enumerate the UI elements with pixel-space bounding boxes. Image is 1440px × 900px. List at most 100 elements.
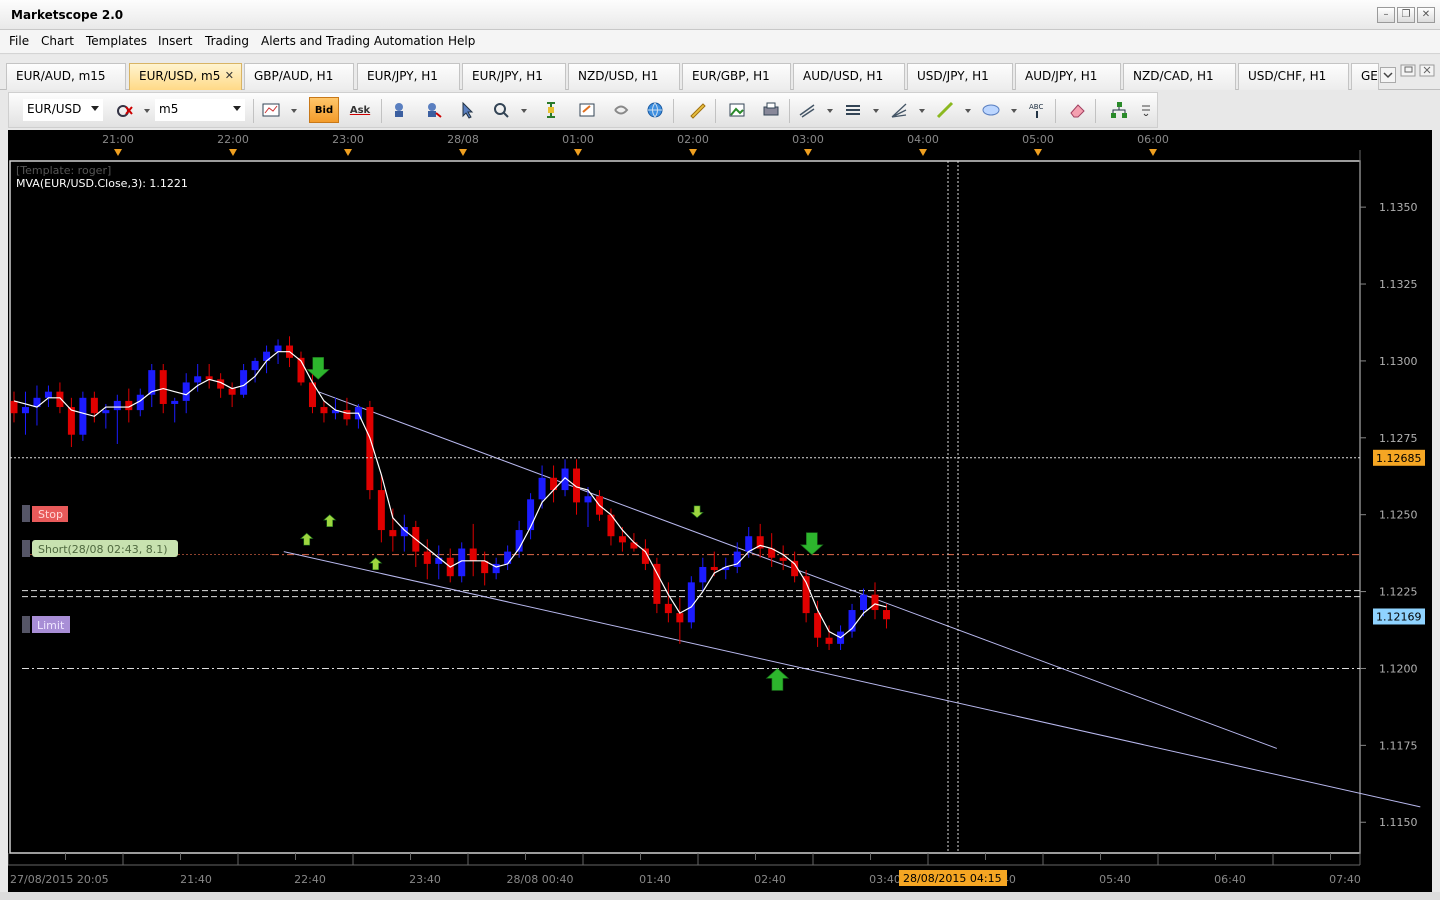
fibonacci-button[interactable] bbox=[887, 97, 911, 123]
candle-up bbox=[251, 360, 259, 371]
price-chart[interactable]: 21:00 22:00 23:00 28/08 01:00 02:00 03:00 04:00… bbox=[8, 130, 1432, 892]
chart-type-button[interactable] bbox=[259, 97, 283, 123]
candle-down bbox=[56, 391, 64, 408]
tab-aud-usd-h1[interactable]: AUD/USD, H1 bbox=[793, 63, 905, 90]
timeframe-select[interactable]: m5 bbox=[155, 99, 245, 121]
stop-label: Stop bbox=[38, 508, 63, 521]
bid-label: Bid bbox=[314, 104, 334, 116]
tab-label: AUD/USD, H1 bbox=[803, 69, 884, 83]
candle-down bbox=[10, 400, 18, 414]
candle-down bbox=[882, 610, 890, 620]
menu-file[interactable]: File bbox=[9, 34, 29, 48]
candle-down bbox=[320, 407, 328, 414]
candle-up bbox=[435, 557, 443, 564]
candle-down bbox=[814, 613, 822, 638]
candle-up bbox=[171, 400, 179, 404]
position-label: Short(28/08 02:43, 8.1) bbox=[38, 543, 168, 556]
tab-window-controls-icon[interactable] bbox=[1400, 64, 1436, 78]
indicator-icon bbox=[395, 103, 403, 117]
dropdown-icon[interactable] bbox=[873, 109, 879, 113]
title-bar: Marketscope 2.0 – ❐ ✕ bbox=[0, 0, 1440, 30]
signal-button[interactable] bbox=[539, 97, 563, 123]
candle-down bbox=[469, 548, 477, 561]
menu-trading[interactable]: Trading bbox=[205, 34, 249, 48]
indicator-remove-icon[interactable] bbox=[116, 103, 134, 119]
eraser-button[interactable] bbox=[1065, 97, 1089, 123]
tab-usd-jpy-h1[interactable]: USD/JPY, H1 bbox=[907, 63, 1013, 90]
tab-usd-chf-h1[interactable]: USD/CHF, H1 bbox=[1238, 63, 1349, 90]
dropdown-icon[interactable] bbox=[521, 109, 527, 113]
bid-button[interactable]: Bid bbox=[309, 97, 339, 123]
more-tools-button[interactable] bbox=[1139, 97, 1153, 123]
menu-help[interactable]: Help bbox=[448, 34, 475, 48]
trendline-button[interactable] bbox=[933, 97, 957, 123]
ellipse-button[interactable] bbox=[979, 97, 1003, 123]
dropdown-icon[interactable] bbox=[827, 109, 833, 113]
candle-up bbox=[860, 594, 868, 611]
template-label: [Template: roger] bbox=[16, 164, 111, 177]
tab-nzd-cad-h1[interactable]: NZD/CAD, H1 bbox=[1123, 63, 1236, 90]
candle-up bbox=[504, 551, 512, 564]
line-tools-icon bbox=[799, 104, 815, 118]
tab-eur-usd-m5[interactable]: EUR/USD, m5 ✕ bbox=[129, 63, 242, 90]
zoom-button[interactable] bbox=[489, 97, 513, 123]
restore-button[interactable]: ❐ bbox=[1397, 7, 1415, 23]
tab-label: NZD/USD, H1 bbox=[578, 69, 659, 83]
tab-close-icon[interactable]: ✕ bbox=[225, 69, 234, 82]
cursor-time-badge: 28/08/2015 04:15 bbox=[899, 870, 1007, 886]
top-time-label: 23:00 bbox=[332, 133, 364, 146]
menu-insert[interactable]: Insert bbox=[158, 34, 192, 48]
bottom-time-label: 21:40 bbox=[180, 873, 212, 886]
instrument-select[interactable]: EUR/USD bbox=[23, 99, 103, 121]
price-tick-label: 1.1350 bbox=[1379, 201, 1418, 214]
level-button[interactable] bbox=[841, 97, 865, 123]
tab-gbp-aud-h1[interactable]: GBP/AUD, H1 bbox=[244, 63, 354, 90]
order-button[interactable] bbox=[575, 97, 599, 123]
tab-scroll-icon[interactable] bbox=[1380, 67, 1396, 83]
cursor-button[interactable] bbox=[455, 97, 479, 123]
minimize-button[interactable]: – bbox=[1377, 7, 1395, 23]
tab-ge[interactable]: GE bbox=[1351, 63, 1379, 90]
print-button[interactable] bbox=[759, 97, 783, 123]
bottom-time-label: 23:40 bbox=[409, 873, 441, 886]
price-tick-label: 1.1275 bbox=[1379, 432, 1418, 445]
position-tag[interactable]: Short(28/08 02:43, 8.1) bbox=[22, 540, 178, 557]
candle-up bbox=[584, 496, 592, 503]
line-tools-button[interactable] bbox=[795, 97, 819, 123]
tab-eur-jpy-h1-2[interactable]: EUR/JPY, H1 bbox=[462, 63, 566, 90]
dropdown-icon[interactable] bbox=[291, 109, 297, 113]
menu-chart[interactable]: Chart bbox=[41, 34, 74, 48]
stream-button[interactable] bbox=[609, 97, 633, 123]
hierarchy-button[interactable] bbox=[1107, 97, 1131, 123]
candle-down bbox=[676, 613, 684, 623]
dropdown-icon[interactable] bbox=[144, 109, 150, 113]
close-window-button[interactable]: ✕ bbox=[1417, 7, 1435, 23]
strategy-button[interactable] bbox=[421, 97, 445, 123]
text-button[interactable]: ABC bbox=[1025, 97, 1049, 123]
limit-order-tag[interactable]: Limit bbox=[22, 616, 70, 633]
limit-handle bbox=[22, 616, 30, 633]
indicator-button[interactable] bbox=[387, 97, 411, 123]
globe-button[interactable] bbox=[643, 97, 667, 123]
tab-eur-aud-m15[interactable]: EUR/AUD, m15 bbox=[6, 63, 126, 90]
dropdown-icon[interactable] bbox=[919, 109, 925, 113]
tab-nzd-usd-h1[interactable]: NZD/USD, H1 bbox=[568, 63, 680, 90]
eraser-icon bbox=[1070, 104, 1085, 118]
tab-eur-jpy-h1[interactable]: EUR/JPY, H1 bbox=[357, 63, 460, 90]
picture-button[interactable] bbox=[725, 97, 749, 123]
cursor-price-value: 1.12685 bbox=[1376, 452, 1422, 465]
chart-type-icon bbox=[262, 103, 280, 117]
candle-down bbox=[159, 370, 167, 404]
dropdown-icon[interactable] bbox=[1011, 109, 1017, 113]
ruler-button[interactable] bbox=[685, 97, 709, 123]
dropdown-icon[interactable] bbox=[965, 109, 971, 113]
menu-alerts[interactable]: Alerts and Trading Automation bbox=[261, 34, 444, 48]
ask-button[interactable]: Ask bbox=[345, 97, 375, 123]
tab-eur-gbp-h1[interactable]: EUR/GBP, H1 bbox=[682, 63, 791, 90]
toolbar-separator bbox=[381, 99, 382, 123]
tab-aud-jpy-h1[interactable]: AUD/JPY, H1 bbox=[1015, 63, 1121, 90]
menu-templates[interactable]: Templates bbox=[86, 34, 147, 48]
stop-order-tag[interactable]: Stop bbox=[22, 505, 68, 522]
candle-up bbox=[527, 499, 535, 531]
price-tick-label: 1.1225 bbox=[1379, 586, 1418, 599]
